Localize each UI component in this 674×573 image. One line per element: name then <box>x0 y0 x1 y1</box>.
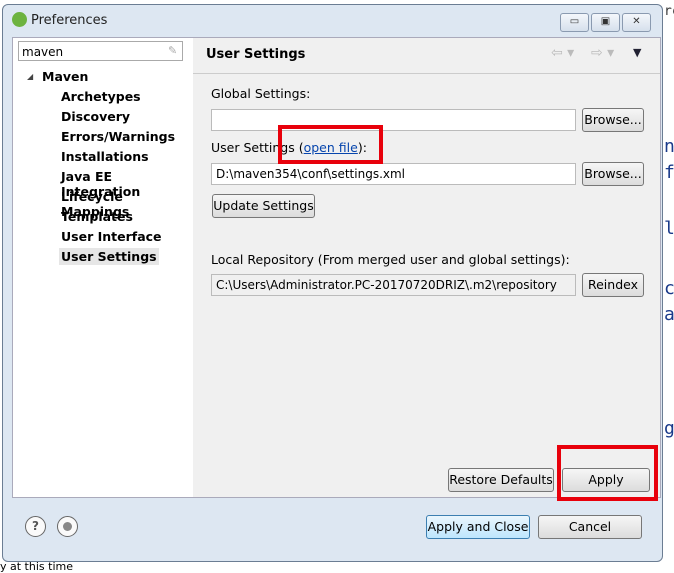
page-header: User Settings ⇦ ▾ ⇨ ▾ ▼ <box>193 38 660 74</box>
update-settings-button[interactable]: Update Settings <box>212 194 315 218</box>
clear-icon[interactable]: ✎ <box>168 44 177 57</box>
global-settings-input[interactable] <box>211 109 576 131</box>
tree-item[interactable]: Errors/Warnings <box>61 129 175 144</box>
highlight-box <box>278 125 383 164</box>
local-repo-value: C:\Users\Administrator.PC-20170720DRIZ\.… <box>211 274 576 296</box>
dialog-footer: ? Apply and Close Cancel <box>3 496 662 561</box>
tree-item[interactable]: Templates <box>61 209 133 224</box>
tree-item[interactable]: Installations <box>61 149 149 164</box>
bg-text: rc <box>664 4 674 19</box>
bg-text: a <box>664 304 674 325</box>
record-icon[interactable] <box>57 516 78 537</box>
page-title: User Settings <box>206 47 306 62</box>
user-settings-input[interactable]: D:\maven354\conf\settings.xml <box>211 163 576 185</box>
forward-icon[interactable]: ⇨ ▾ <box>591 45 614 61</box>
user-browse-button[interactable]: Browse... <box>582 162 644 186</box>
minimize-button[interactable]: ▭ <box>560 13 589 32</box>
reindex-button[interactable]: Reindex <box>582 273 644 297</box>
bg-text: c <box>664 278 674 299</box>
bg-text: g <box>664 418 674 439</box>
back-icon[interactable]: ⇦ ▾ <box>551 45 574 61</box>
close-button[interactable]: ✕ <box>622 13 651 32</box>
preferences-dialog: Preferences ▭ ▣ ✕ maven ✎ ◢ Maven Archet… <box>2 4 663 562</box>
preference-tree-pane: maven ✎ ◢ Maven Archetypes Discovery Err… <box>12 37 195 498</box>
apply-and-close-button[interactable]: Apply and Close <box>426 515 530 539</box>
cancel-button[interactable]: Cancel <box>538 515 642 539</box>
tree-item[interactable]: Archetypes <box>61 89 141 104</box>
tree-item-selected[interactable]: User Settings <box>59 248 159 265</box>
highlight-box <box>557 445 658 501</box>
tree-item[interactable]: Discovery <box>61 109 130 124</box>
menu-icon[interactable]: ▼ <box>633 46 641 59</box>
bg-text: n <box>664 136 674 157</box>
global-browse-button[interactable]: Browse... <box>582 108 644 132</box>
help-icon[interactable]: ? <box>25 516 46 537</box>
maximize-button[interactable]: ▣ <box>591 13 620 32</box>
tree-item-maven[interactable]: Maven <box>42 69 88 84</box>
tree-item[interactable]: User Interface <box>61 229 162 244</box>
local-repo-label: Local Repository (From merged user and g… <box>211 252 570 267</box>
bg-text: f <box>664 162 674 183</box>
dot <box>63 522 72 531</box>
settings-pane: User Settings ⇦ ▾ ⇨ ▾ ▼ Global Settings:… <box>193 37 661 498</box>
spring-logo-icon <box>12 12 27 27</box>
global-settings-label: Global Settings: <box>211 86 311 101</box>
window-title: Preferences <box>31 13 108 28</box>
filter-input[interactable]: maven <box>18 41 183 61</box>
restore-defaults-button[interactable]: Restore Defaults <box>448 468 554 492</box>
expand-arrow-icon[interactable]: ◢ <box>27 72 33 81</box>
bg-text: l <box>664 218 674 239</box>
